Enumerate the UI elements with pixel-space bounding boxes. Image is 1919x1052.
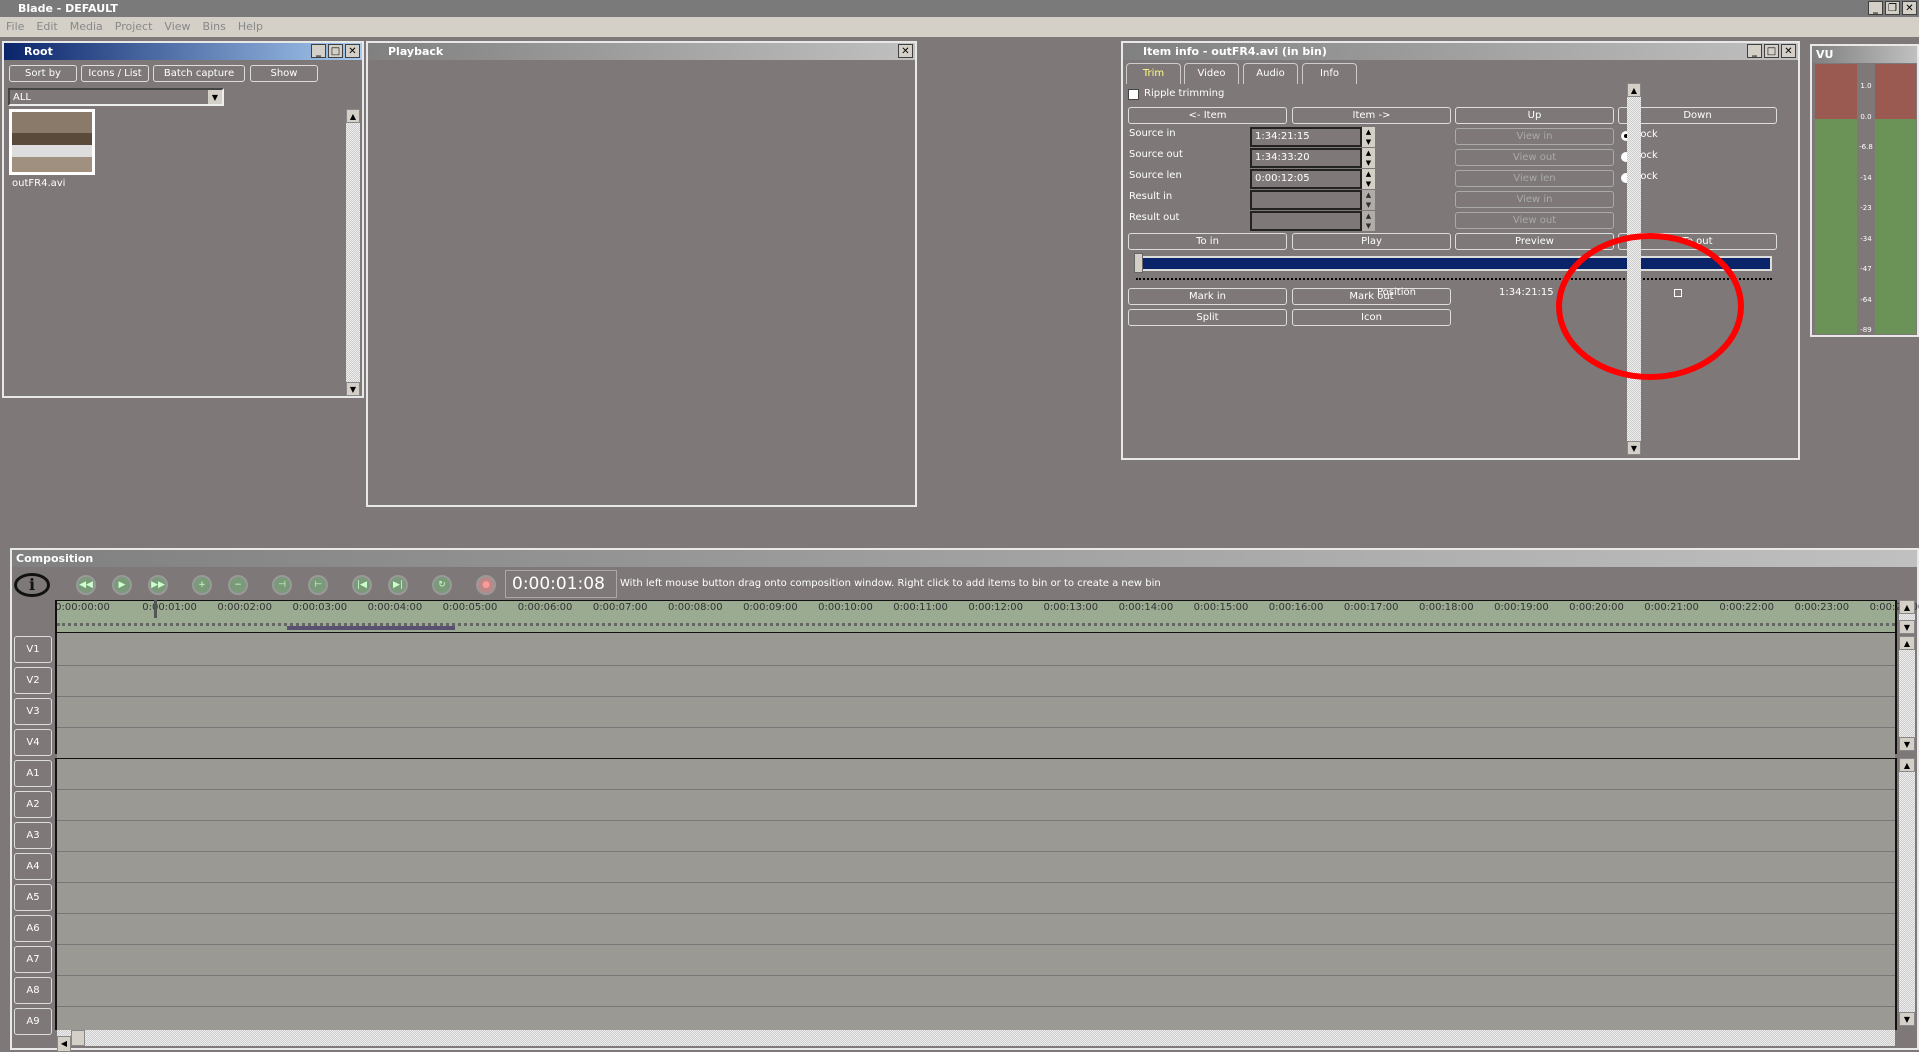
ruler-label: 0:00:15:00: [1193, 602, 1249, 613]
timeline-range-bar[interactable]: [287, 626, 455, 630]
ruler-label: 0:00:22:00: [1719, 602, 1775, 613]
play-icon[interactable]: ▶: [112, 575, 132, 595]
zoom-in-icon[interactable]: +: [192, 575, 212, 595]
loop-icon[interactable]: ↻: [432, 575, 452, 595]
ruler-label: 0:00:09:00: [743, 602, 798, 613]
track-header-a4[interactable]: A4: [14, 853, 52, 880]
track-lane[interactable]: [57, 914, 1895, 945]
ruler-label: 0:00:08:00: [667, 602, 723, 613]
track-header-a8[interactable]: A8: [14, 977, 52, 1004]
ruler-label: 0:00:04:00: [367, 602, 423, 613]
scroll-down-icon[interactable]: ▼: [1899, 1012, 1915, 1026]
track-header-a3[interactable]: A3: [14, 822, 52, 849]
go-end-icon[interactable]: ▶|: [388, 575, 408, 595]
ruler-label: 0:00:21:00: [1644, 602, 1699, 613]
timecode-display: 0:00:01:08: [505, 570, 617, 598]
scroll-down-icon[interactable]: ▼: [1899, 737, 1915, 751]
track-header-v4[interactable]: V4: [14, 729, 52, 756]
track-header-v3[interactable]: V3: [14, 698, 52, 725]
go-start-icon[interactable]: |◀: [352, 575, 372, 595]
track-lane[interactable]: [57, 883, 1895, 914]
vertical-scrollbar[interactable]: ▲ ▼: [1899, 600, 1915, 634]
track-lane[interactable]: [57, 728, 1895, 759]
ruler-label: 0:00:01:00: [142, 602, 197, 613]
ruler-label: 0:00:17:00: [1343, 602, 1399, 613]
track-lane[interactable]: [57, 976, 1895, 1007]
ruler-label: 0:00:03:00: [292, 602, 348, 613]
track-lane[interactable]: [57, 697, 1895, 728]
info-logo-icon[interactable]: i: [14, 573, 50, 597]
track-header-v2[interactable]: V2: [14, 667, 52, 694]
ruler-label: 0:00:14:00: [1118, 602, 1174, 613]
ruler-label: 0:00:19:00: [1494, 602, 1549, 613]
ruler-label: 0:00:13:00: [1043, 602, 1099, 613]
ruler-label: 0:00:07:00: [592, 602, 648, 613]
mark-out-icon[interactable]: ⊢: [308, 575, 328, 595]
track-header-a2[interactable]: A2: [14, 791, 52, 818]
track-lane[interactable]: [57, 790, 1895, 821]
scroll-thumb[interactable]: [71, 1030, 85, 1046]
track-header-a5[interactable]: A5: [14, 884, 52, 911]
record-icon[interactable]: ●: [476, 575, 496, 595]
vertical-scrollbar[interactable]: ▲ ▼: [1899, 758, 1915, 1026]
track-header-a9[interactable]: A9: [14, 1008, 52, 1035]
scroll-up-icon[interactable]: ▲: [1899, 758, 1915, 772]
ruler-label: 0:00:05:00: [442, 602, 498, 613]
ruler-label: 0:00:12:00: [968, 602, 1024, 613]
ruler-label: 0:00:02:00: [217, 602, 273, 613]
scroll-down-icon[interactable]: ▼: [1899, 620, 1915, 634]
ruler-label: 0:00:16:00: [1268, 602, 1324, 613]
scroll-up-icon[interactable]: ▲: [1899, 600, 1915, 614]
track-header-a7[interactable]: A7: [14, 946, 52, 973]
playhead[interactable]: [154, 600, 157, 618]
ruler-label: 0:00:06:00: [517, 602, 573, 613]
horizontal-scrollbar[interactable]: ◀: [57, 1030, 1895, 1052]
track-lane[interactable]: [57, 666, 1895, 697]
track-lane[interactable]: [57, 821, 1895, 852]
zoom-out-icon[interactable]: −: [228, 575, 248, 595]
track-lane[interactable]: [57, 635, 1895, 666]
track-header-a1[interactable]: A1: [14, 760, 52, 787]
ruler-label: 0:00:11:00: [893, 602, 948, 613]
scroll-up-icon[interactable]: ▲: [1899, 636, 1915, 650]
ruler-label: 0:00:10:00: [818, 602, 873, 613]
mark-in-icon[interactable]: ⊣: [272, 575, 292, 595]
track-lane[interactable]: [57, 759, 1895, 790]
track-lane[interactable]: [57, 945, 1895, 976]
ruler-label: 0:00:18:00: [1418, 602, 1474, 613]
vertical-scrollbar[interactable]: ▲ ▼: [1899, 636, 1915, 751]
track-header-a6[interactable]: A6: [14, 915, 52, 942]
rewind-icon[interactable]: ◀◀: [76, 575, 96, 595]
fast-forward-icon[interactable]: ▶▶: [148, 575, 168, 595]
composition-hint: With left mouse button drag onto composi…: [620, 578, 1161, 589]
track-header-v1[interactable]: V1: [14, 636, 52, 663]
ruler-label: 0:00:20:00: [1569, 602, 1624, 613]
ruler-label: 0:00:23:00: [1794, 602, 1850, 613]
track-lane[interactable]: [57, 852, 1895, 883]
